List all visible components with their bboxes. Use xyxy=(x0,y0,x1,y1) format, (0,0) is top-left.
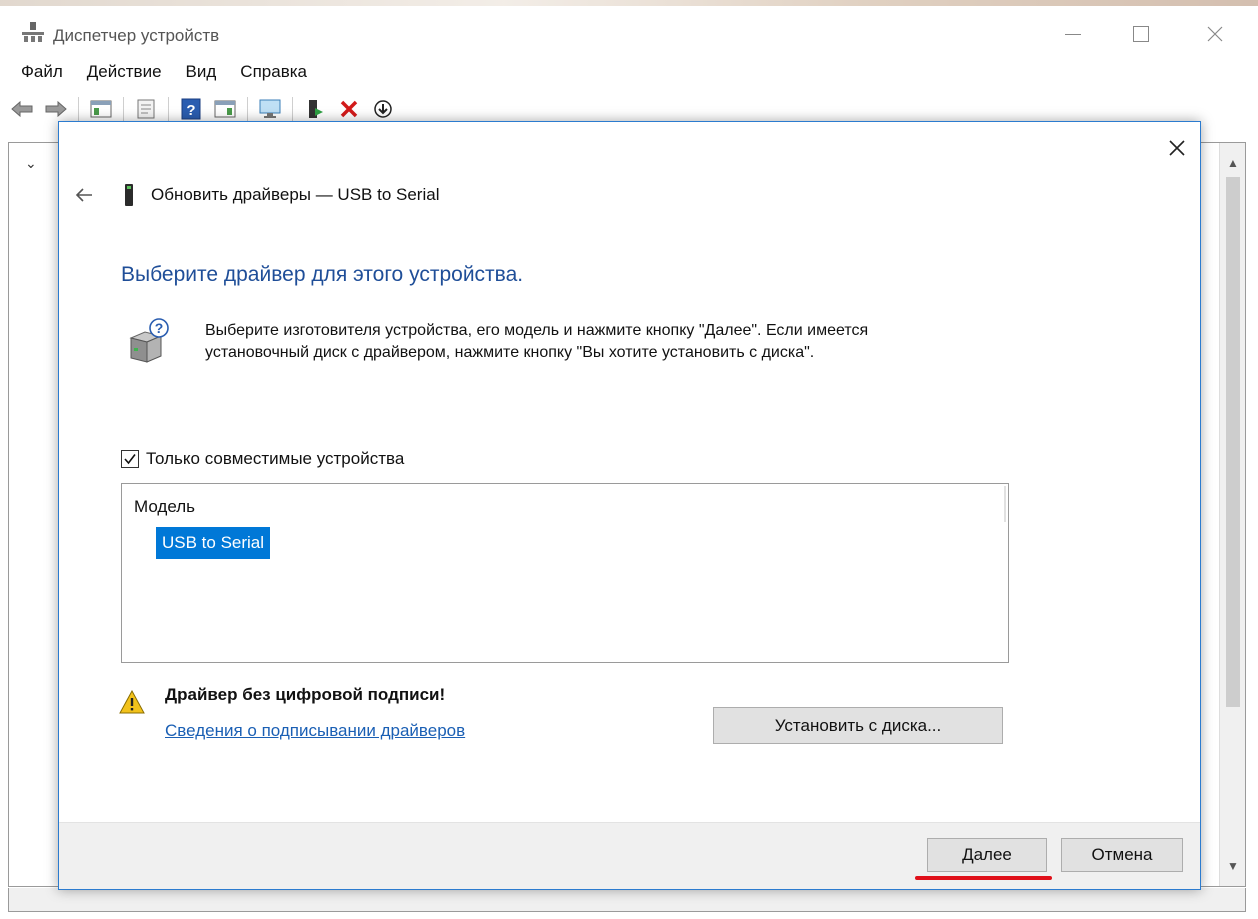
red-x-icon xyxy=(340,100,358,118)
warning-icon xyxy=(119,690,145,714)
toolbar-separator xyxy=(292,97,293,121)
arrow-right-icon xyxy=(45,100,67,118)
scrollbar-thumb[interactable] xyxy=(1226,177,1240,707)
arrow-left-icon xyxy=(11,100,33,118)
maximize-button[interactable] xyxy=(1118,16,1164,52)
window-title: Диспетчер устройств xyxy=(53,26,220,45)
monitor-scan-icon xyxy=(259,99,281,118)
update-driver-icon xyxy=(309,100,323,118)
update-drivers-dialog: Обновить драйверы — USB to Serial Выбери… xyxy=(58,121,1201,890)
dialog-title: Обновить драйверы — USB to Serial xyxy=(151,185,440,204)
checkmark-icon xyxy=(124,454,136,465)
forward-toolbar-button[interactable] xyxy=(42,96,70,122)
cancel-button[interactable]: Отмена xyxy=(1061,838,1183,872)
compatible-only-checkbox-row[interactable]: Только совместимые устройства xyxy=(121,449,404,469)
properties-icon xyxy=(137,99,155,119)
chevron-down-icon[interactable]: ▼ xyxy=(1220,854,1246,878)
toolbar-separator xyxy=(78,97,79,121)
help-toolbar-button[interactable]: ? xyxy=(177,96,205,122)
menu-bar: Файл Действие Вид Справка xyxy=(0,58,331,88)
menu-view[interactable]: Вид xyxy=(186,58,217,88)
status-bar xyxy=(8,888,1246,912)
listbox-scrollbar[interactable] xyxy=(1004,486,1006,522)
show-hide-console-tree-button[interactable] xyxy=(87,96,115,122)
download-circle-icon xyxy=(374,100,392,118)
device-question-icon: ? xyxy=(129,318,169,363)
instruction-text: Выберите изготовителя устройства, его мо… xyxy=(205,320,1045,364)
back-button[interactable] xyxy=(71,182,97,208)
toolbar-separator xyxy=(247,97,248,121)
minimize-button[interactable] xyxy=(1050,16,1096,52)
toolbar-separator xyxy=(168,97,169,121)
scan-hardware-toolbar-button[interactable] xyxy=(256,96,284,122)
toolbar-separator xyxy=(123,97,124,121)
title-bar: Диспетчер устройств xyxy=(0,6,1258,54)
back-toolbar-button[interactable] xyxy=(8,96,36,122)
vertical-scrollbar[interactable]: ▲ ▼ xyxy=(1219,143,1245,886)
unsigned-driver-warning: Драйвер без цифровой подписи! xyxy=(165,685,446,704)
close-icon xyxy=(1169,140,1185,156)
uninstall-device-toolbar-button[interactable] xyxy=(335,96,363,122)
page-heading: Выберите драйвер для этого устройства. xyxy=(121,263,524,286)
install-from-disk-button[interactable]: Установить с диска... xyxy=(713,707,1003,744)
list-column-header: Модель xyxy=(134,497,196,516)
instruction-line-1: Выберите изготовителя устройства, его мо… xyxy=(205,322,869,339)
console-tree-icon xyxy=(90,100,112,118)
window-close-button[interactable] xyxy=(1192,16,1238,52)
instruction-line-2: установочный диск с драйвером, нажмите к… xyxy=(205,344,815,361)
enable-device-toolbar-button[interactable] xyxy=(369,96,397,122)
next-button[interactable]: Далее xyxy=(927,838,1047,872)
chevron-up-icon[interactable]: ▲ xyxy=(1220,151,1246,175)
annotation-underline xyxy=(915,876,1052,880)
svg-text:?: ? xyxy=(155,320,164,336)
chevron-down-icon[interactable]: ⌄ xyxy=(25,155,37,172)
arrow-left-icon xyxy=(75,188,92,202)
dialog-close-button[interactable] xyxy=(1163,134,1191,162)
menu-help[interactable]: Справка xyxy=(240,58,307,88)
help-icon: ? xyxy=(181,98,201,120)
toolbar: ? xyxy=(8,94,397,124)
list-item[interactable]: USB to Serial xyxy=(156,527,271,559)
svg-text:?: ? xyxy=(186,102,195,119)
device-manager-icon xyxy=(22,22,44,42)
model-listbox[interactable]: Модель USB to Serial xyxy=(121,483,1009,663)
action-pane-toolbar-button[interactable] xyxy=(211,96,239,122)
usb-device-icon xyxy=(125,184,133,206)
driver-signing-info-link[interactable]: Сведения о подписывании драйверов xyxy=(165,721,465,741)
menu-action[interactable]: Действие xyxy=(87,58,162,88)
action-pane-icon xyxy=(214,100,236,118)
menu-file[interactable]: Файл xyxy=(21,58,63,88)
compatible-only-checkbox[interactable] xyxy=(121,450,139,468)
properties-toolbar-button[interactable] xyxy=(132,96,160,122)
update-driver-toolbar-button[interactable] xyxy=(301,96,329,122)
close-icon xyxy=(1207,26,1223,42)
compatible-only-label: Только совместимые устройства xyxy=(146,449,405,468)
